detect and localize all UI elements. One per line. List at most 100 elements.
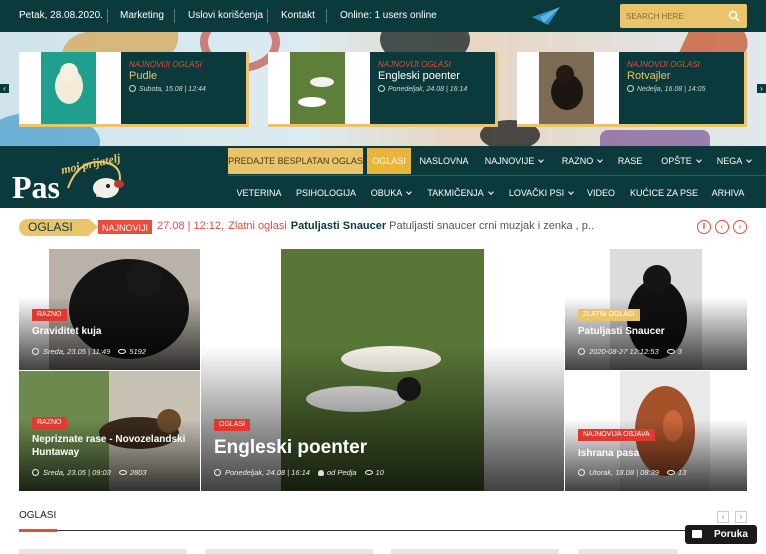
category-badge[interactable]: RAZNO	[32, 417, 67, 429]
eye-icon	[666, 349, 675, 354]
featured-title[interactable]: Rotvajler	[627, 70, 670, 82]
chevron-left-icon[interactable]: ‹	[715, 220, 729, 234]
featured-card[interactable]: NAJNOVIJI OGLASI Pudle Subota, 15.08 | 1…	[19, 52, 249, 127]
clock-icon	[214, 469, 221, 476]
ticker-badge: NAJNOVIJI	[98, 220, 153, 234]
post-card[interactable]: ZLATNI OGLASI Patuljasti Snaucer 2020-08…	[565, 249, 747, 370]
nav-item-najnovije[interactable]: NAJNOVIJE	[482, 148, 546, 174]
mail-icon	[692, 530, 702, 538]
category-badge[interactable]: NAJNOVIJA OBJAVA	[578, 429, 655, 441]
chevron-down-icon	[597, 157, 604, 163]
featured-title[interactable]: Pudle	[129, 70, 157, 82]
post-title[interactable]: Ishrana pasa	[578, 448, 639, 459]
category-badge[interactable]: RAZNO	[32, 309, 67, 321]
eye-icon	[364, 470, 373, 475]
message-button[interactable]: Poruka	[685, 525, 757, 544]
section-accent	[19, 529, 57, 532]
post-card[interactable]: NAJNOVIJA OBJAVA Ishrana pasa Utorak, 18…	[565, 371, 747, 491]
post-title[interactable]: Graviditet kuja	[32, 326, 101, 337]
link-marketing[interactable]: Marketing	[120, 10, 164, 21]
post-meta: Sreda, 23.05 | 09:03 2803	[32, 468, 147, 477]
featured-meta: Nedelja, 16.08 | 14:05	[627, 85, 705, 93]
post-card[interactable]: RAZNO Nepriznate rase - Novozelandski Hu…	[19, 371, 200, 491]
featured-thumb	[268, 52, 370, 124]
featured-card[interactable]: NAJNOVIJI OGLASI Rotvajler Nedelja, 16.0…	[517, 52, 747, 127]
post-card[interactable]: RAZNO Graviditet kuja Sreda, 23.05 | 11:…	[19, 249, 200, 370]
post-title[interactable]: Engleski poenter	[214, 437, 367, 459]
ticker-item[interactable]: 27.08 | 12:12, Zlatni oglasi Patuljasti Sn…	[157, 220, 594, 232]
ticker-excerpt: Patuljasti snaucer crni muzjak i zenka ,…	[389, 220, 594, 232]
ticker-title[interactable]: Patuljasti Snaucer	[291, 220, 386, 232]
list-item[interactable]	[391, 549, 559, 554]
list-item[interactable]	[205, 549, 373, 554]
featured-kicker: NAJNOVIJI OGLASI	[627, 60, 700, 69]
post-title-line2[interactable]: Huntaway	[32, 447, 79, 458]
post-meta: Sreda, 23.05 | 11:49 5192	[32, 347, 146, 356]
featured-card[interactable]: NAJNOVIJI OGLASI Engleski poenter Ponede…	[268, 52, 498, 127]
nav-item-arhiva[interactable]: ARHIVA	[710, 180, 746, 206]
nav-item-opste[interactable]: OPŠTE	[656, 148, 706, 174]
user-icon	[317, 470, 324, 476]
nav-item-takmicenja[interactable]: TAKMIČENJA	[426, 180, 494, 206]
submit-ad-button[interactable]: PREDAJTE BESPLATAN OGLAS	[228, 148, 363, 174]
chevron-down-icon	[746, 157, 753, 163]
list-item[interactable]	[19, 549, 187, 554]
chevron-down-icon	[695, 157, 702, 163]
category-badge[interactable]: ZLATNI OGLASI	[578, 309, 640, 321]
featured-title[interactable]: Engleski poenter	[378, 70, 460, 82]
clock-icon	[378, 85, 385, 92]
site-logo[interactable]: Pas moj prijatelj	[8, 148, 143, 208]
featured-thumb	[19, 52, 121, 124]
nav-item-veterina[interactable]: VETERINA	[236, 180, 282, 206]
views-count: 10	[375, 468, 384, 477]
ticker-date: 27.08 | 12:12,	[157, 220, 225, 232]
featured-thumb	[517, 52, 619, 124]
pause-icon[interactable]: ‖	[697, 220, 711, 234]
category-badge[interactable]: OGLASI	[214, 419, 251, 431]
nav-item-naslovna[interactable]: NASLOVNA	[416, 148, 472, 174]
clock-icon	[578, 469, 585, 476]
views-count: 5192	[129, 347, 146, 356]
svg-text:Pas: Pas	[12, 169, 60, 205]
link-terms[interactable]: Uslovi korišćenja	[188, 10, 263, 21]
nav-item-lovacki-psi[interactable]: LOVAČKI PSI	[508, 180, 575, 206]
nav-item-nega[interactable]: NEGA	[712, 148, 756, 174]
nav-item-oglasi[interactable]: OGLASI	[367, 148, 411, 174]
nav-item-obuka[interactable]: OBUKA	[368, 180, 414, 206]
slider-prev-icon[interactable]: ‹	[0, 84, 9, 93]
nav-item-rase[interactable]: RASE	[616, 148, 644, 174]
chevron-down-icon	[538, 157, 545, 163]
featured-meta: Ponedeljak, 24.08 | 16:14	[378, 85, 467, 93]
divider	[107, 9, 108, 23]
list-item[interactable]	[578, 549, 678, 554]
link-contact[interactable]: Kontakt	[281, 10, 315, 21]
nav-item-video[interactable]: VIDEO	[586, 180, 616, 206]
ticker-category: Zlatni oglasi	[228, 220, 287, 232]
nav-item-razno[interactable]: RAZNO	[558, 148, 606, 174]
divider	[174, 9, 175, 23]
chevron-left-icon[interactable]: ‹	[717, 511, 729, 523]
bird-logo-icon[interactable]	[530, 5, 562, 27]
nav-item-psihologija[interactable]: PSIHOLOGIJA	[296, 180, 356, 206]
nav-item-kucice[interactable]: KUĆICE ZA PSE	[630, 180, 698, 206]
featured-meta: Subota, 15.08 | 12:44	[129, 85, 206, 93]
post-title[interactable]: Patuljasti Snaucer	[578, 326, 665, 337]
post-title[interactable]: Nepriznate rase - Novozelandski	[32, 434, 185, 445]
svg-text:moj prijatelj: moj prijatelj	[60, 151, 123, 177]
post-author: od Pedja	[326, 468, 357, 477]
top-bar: Petak, 28.08.2020. Marketing Uslovi kori…	[0, 0, 766, 32]
chevron-down-icon	[406, 189, 413, 195]
ticker-label: OGLASI	[19, 219, 98, 236]
slider-next-icon[interactable]: ›	[757, 84, 766, 93]
post-card-featured[interactable]: OGLASI Engleski poenter Ponedeljak, 24.0…	[201, 249, 564, 491]
search-icon[interactable]	[728, 10, 740, 22]
chevron-right-icon[interactable]: ›	[735, 511, 747, 523]
views-count: 3	[677, 347, 682, 356]
chevron-right-icon[interactable]: ›	[733, 220, 747, 234]
featured-kicker: NAJNOVIJI OGLASI	[129, 60, 202, 69]
eye-icon	[118, 349, 127, 354]
clock-icon	[578, 348, 585, 355]
search-input[interactable]	[626, 8, 722, 24]
post-meta: Ponedeljak, 24.08 | 16:14 od Pedja 10	[214, 468, 384, 477]
clock-icon	[627, 85, 634, 92]
